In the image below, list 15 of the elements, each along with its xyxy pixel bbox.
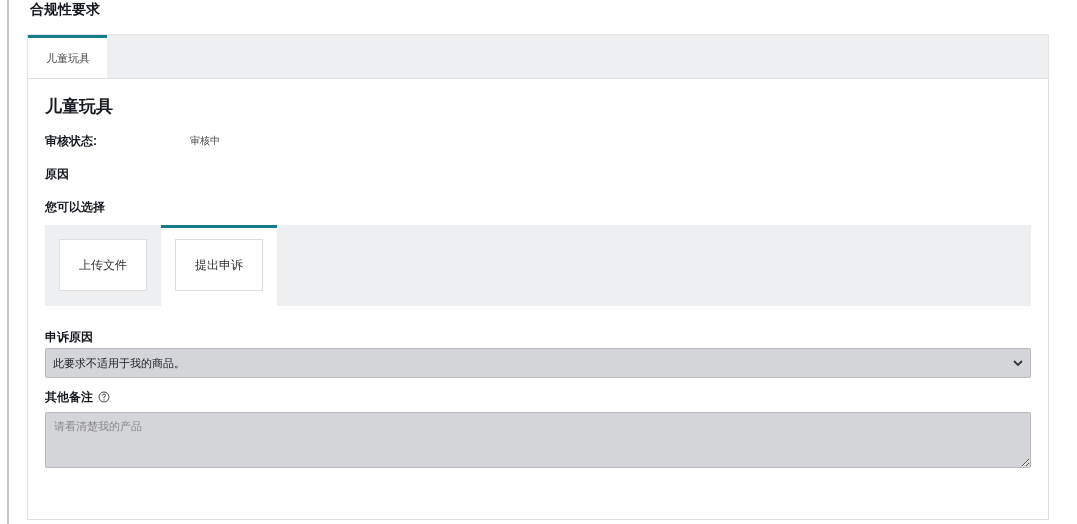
option-tab[interactable]: 提出申诉 xyxy=(161,225,277,306)
notes-label: 其他备注 xyxy=(45,388,93,406)
section-heading: 儿童玩具 xyxy=(45,96,114,118)
help-icon[interactable] xyxy=(98,391,110,403)
option-button[interactable]: 提出申诉 xyxy=(175,239,263,291)
status-value: 审核中 xyxy=(190,134,220,148)
option-tab[interactable]: 上传文件 xyxy=(45,225,161,306)
appeal-reason-label: 申诉原因 xyxy=(45,328,94,346)
chevron-down-icon xyxy=(1013,359,1023,367)
option-button[interactable]: 上传文件 xyxy=(59,239,147,291)
page-title: 合规性要求 xyxy=(30,0,101,19)
status-label: 审核状态: xyxy=(45,132,98,150)
category-tab[interactable]: 儿童玩具 xyxy=(28,35,107,78)
choices-label: 您可以选择 xyxy=(45,199,106,216)
reason-label: 原因 xyxy=(45,166,70,183)
